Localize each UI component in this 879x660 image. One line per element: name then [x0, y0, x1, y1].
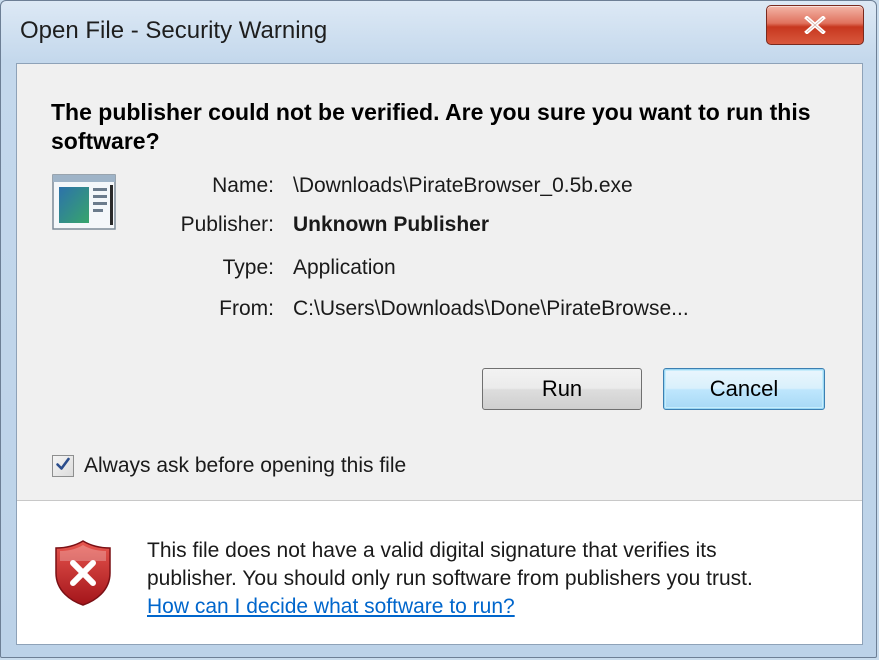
security-warning-dialog: Open File - Security Warning The publish…: [0, 0, 877, 658]
footer-message-line-1: This file does not have a valid digital …: [147, 539, 717, 562]
detail-row-name: Name: \Downloads\PirateBrowser_0.5b.exe: [117, 174, 737, 204]
always-ask-label[interactable]: Always ask before opening this file: [84, 454, 406, 478]
footer-message: This file does not have a valid digital …: [147, 537, 837, 621]
detail-value-from: C:\Users\Downloads\Done\PirateBrowse...: [293, 297, 689, 320]
dialog-body: The publisher could not be verified. Are…: [16, 63, 863, 645]
warning-headline: The publisher could not be verified. Are…: [51, 99, 811, 154]
application-icon: [52, 174, 116, 230]
run-button[interactable]: Run: [482, 368, 642, 410]
always-ask-checkbox[interactable]: [52, 455, 74, 477]
main-content: The publisher could not be verified. Are…: [17, 64, 862, 501]
detail-row-publisher: Publisher: Unknown Publisher: [117, 213, 737, 243]
window-title: Open File - Security Warning: [20, 17, 328, 44]
detail-label-from: From:: [219, 297, 274, 320]
title-bar[interactable]: Open File - Security Warning: [1, 1, 876, 63]
close-icon: [804, 16, 826, 34]
detail-label-type: Type:: [222, 256, 274, 279]
detail-label-name: Name:: [212, 174, 274, 197]
footer-message-line-2: publisher. You should only run software …: [147, 567, 753, 590]
detail-label-publisher: Publisher:: [180, 213, 274, 236]
footer-info: This file does not have a valid digital …: [17, 501, 862, 644]
close-button[interactable]: [766, 5, 864, 45]
help-link[interactable]: How can I decide what software to run?: [147, 593, 515, 621]
always-ask-option[interactable]: Always ask before opening this file: [52, 452, 406, 480]
detail-value-type: Application: [293, 256, 396, 279]
cancel-button[interactable]: Cancel: [663, 368, 825, 410]
detail-row-from: From: C:\Users\Downloads\Done\PirateBrow…: [117, 297, 757, 327]
detail-row-type: Type: Application: [117, 256, 737, 286]
detail-value-name: \Downloads\PirateBrowser_0.5b.exe: [293, 174, 633, 197]
shield-warning-icon: [53, 539, 113, 607]
detail-value-publisher: Unknown Publisher: [293, 213, 490, 236]
check-icon: [55, 456, 71, 477]
